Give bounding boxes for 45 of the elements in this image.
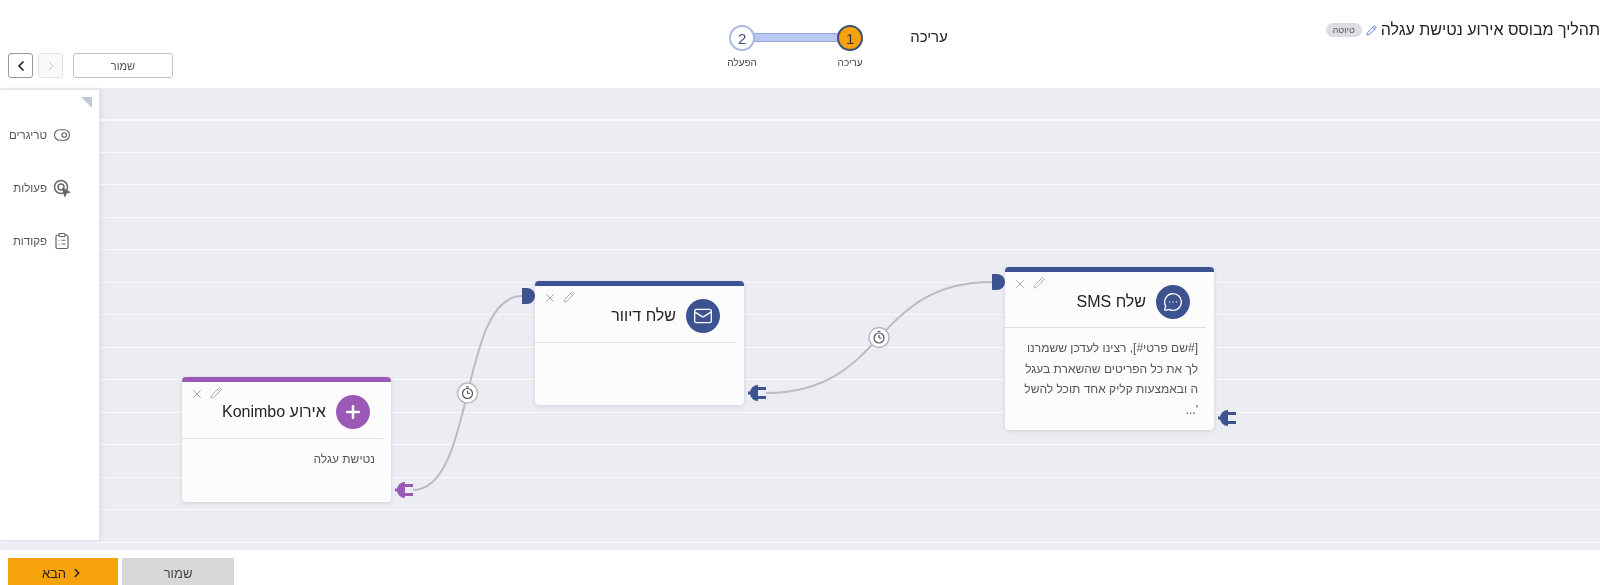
node-text: נטישת עגלה (312, 451, 375, 468)
step-number[interactable]: 2 (729, 25, 756, 51)
status-badge: טיוטה (1325, 23, 1362, 37)
save-button[interactable]: שמור (73, 53, 173, 78)
checklist-icon (53, 232, 71, 250)
step-label: הפעלה (727, 57, 757, 68)
collapse-icon[interactable] (81, 97, 92, 108)
toggle-icon (53, 126, 71, 144)
node-icon (1156, 284, 1190, 319)
timer-icon[interactable] (456, 382, 479, 404)
plug-icon[interactable] (1218, 410, 1236, 426)
panel-item[interactable]: טריגרים (9, 129, 47, 141)
save-button[interactable]: שמור (122, 558, 234, 585)
close-icon[interactable] (543, 291, 557, 305)
node-title: שלח דיוור (611, 307, 676, 325)
pointer-target-icon (53, 179, 71, 197)
next-button[interactable]: הבא (8, 558, 118, 585)
node-text: '... (1184, 401, 1198, 419)
step-label: עריכה (837, 57, 863, 68)
edit-icon[interactable] (563, 291, 575, 303)
node-icon (686, 299, 720, 333)
step-number[interactable]: 1 (837, 25, 864, 51)
process-title: תהליך מבוסס אירוע נטישת עגלה (1380, 21, 1600, 39)
node-title: אירוע Konimbo (222, 403, 326, 421)
node-text: לך את כל הפריטים שהשארת בעגל (1024, 360, 1198, 378)
workflow-node[interactable]: שלח דיוור (535, 281, 744, 405)
edit-icon[interactable] (1365, 24, 1377, 36)
previous-button[interactable] (8, 53, 33, 78)
node-text: ה ובאמצעות קליק אחד תוכל להשל (1023, 381, 1198, 398)
plug-icon[interactable] (395, 482, 413, 498)
node-icon (335, 395, 370, 429)
input-port-icon[interactable] (522, 288, 535, 304)
plug-icon[interactable] (748, 385, 766, 401)
edit-icon[interactable] (210, 387, 222, 399)
node-text: [#שם פרטי#], רצינו לעדכן ששמרנו (1026, 340, 1198, 357)
input-port-icon[interactable] (992, 274, 1005, 290)
panel-item[interactable]: פעולות (13, 182, 47, 194)
timer-icon[interactable] (868, 326, 890, 349)
close-icon[interactable] (190, 387, 204, 401)
node-title: שלח SMS (1076, 292, 1146, 311)
panel-item[interactable]: פקודות (12, 235, 47, 247)
edit-icon[interactable] (1033, 276, 1045, 289)
section-title: עריכה (910, 28, 948, 45)
workflow-node[interactable]: אירוע Konimbo נטישת עגלה (182, 377, 391, 502)
workflow-node[interactable]: שלח SMS [#שם פרטי#], רצינו לעדכן ששמרנו לך את כל הפריטים שהשארת בעגל ה ובאמצעות קליק אחד תוכל להשל '... (1005, 267, 1214, 430)
